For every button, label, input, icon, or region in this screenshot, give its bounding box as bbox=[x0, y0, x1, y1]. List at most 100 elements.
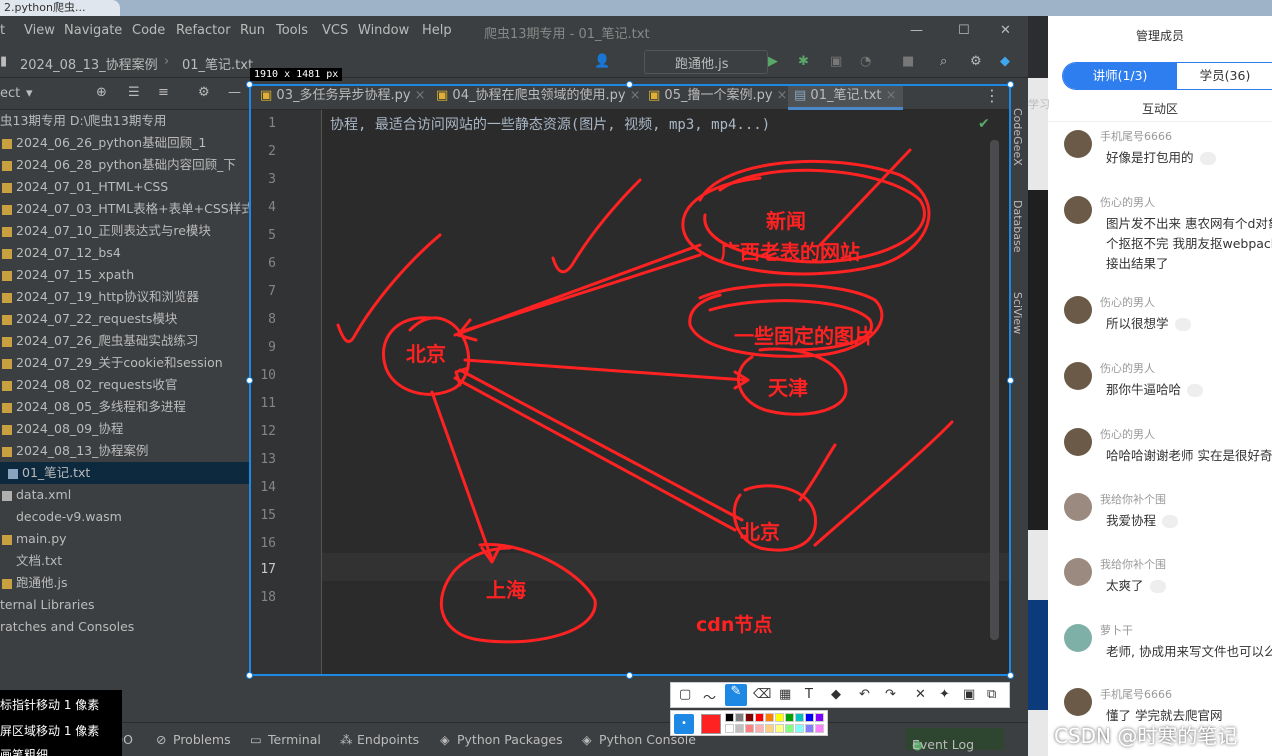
settings-icon[interactable]: ⚙ bbox=[198, 85, 210, 100]
tab-file[interactable]: ▣ 04_协程在爬虫领域的使用.py × bbox=[436, 84, 641, 110]
close-icon[interactable]: × bbox=[411, 88, 426, 103]
terminal-icon[interactable]: ▭ bbox=[250, 732, 262, 747]
code-editor[interactable]: 1 2 3 4 5 6 7 8 9 10 11 12 13 14 15 16 1… bbox=[250, 110, 1010, 676]
breadcrumb-file[interactable]: 01_笔记.txt bbox=[182, 54, 253, 73]
resize-handle[interactable] bbox=[626, 672, 633, 679]
mosaic-icon[interactable]: ▦ bbox=[779, 687, 791, 702]
tree-root[interactable]: 虫13期专用 D:\爬虫13期专用 bbox=[0, 110, 250, 132]
problems-icon[interactable]: ⊘ bbox=[156, 732, 166, 747]
more-tabs-icon[interactable]: ⋮ bbox=[984, 86, 1000, 105]
color-swatch[interactable] bbox=[815, 713, 824, 722]
menu-view[interactable]: View bbox=[24, 23, 55, 38]
more-icon[interactable] bbox=[1199, 152, 1216, 165]
profile-icon[interactable]: ◔ bbox=[860, 54, 871, 69]
plugin-icon[interactable]: ◆ bbox=[1000, 54, 1010, 69]
menu-window[interactable]: Window bbox=[358, 23, 409, 38]
resize-handle[interactable] bbox=[246, 377, 253, 384]
tree-item[interactable]: 2024_08_09_协程 bbox=[0, 418, 250, 440]
color-swatch[interactable] bbox=[775, 713, 784, 722]
codegeex-tool[interactable]: CodeGeeX bbox=[1011, 108, 1024, 166]
search-icon[interactable]: ⌕ bbox=[940, 54, 947, 69]
menu-run[interactable]: Run bbox=[240, 23, 265, 38]
breadcrumb-folder[interactable]: 2024_08_13_协程案例 bbox=[20, 54, 158, 73]
tree-item[interactable]: ternal Libraries bbox=[0, 594, 250, 616]
debug-icon[interactable]: ✱ bbox=[798, 54, 809, 69]
expand-all-icon[interactable]: ☰ bbox=[128, 85, 140, 100]
python-packages-tool[interactable]: Python Packages bbox=[457, 732, 563, 747]
undo-icon[interactable]: ↶ bbox=[859, 687, 870, 702]
editor-scrollbar[interactable] bbox=[990, 140, 999, 640]
tab-student[interactable]: 学员(36) bbox=[1177, 63, 1272, 89]
rect-icon[interactable]: ▢ bbox=[679, 687, 691, 702]
menu-navigate[interactable]: Navigate bbox=[64, 23, 122, 38]
minimize-icon[interactable]: — bbox=[910, 23, 923, 38]
more-icon[interactable] bbox=[1174, 318, 1191, 331]
tree-item[interactable]: 2024_07_26_爬虫基础实战练习 bbox=[0, 330, 250, 352]
tree-item[interactable]: decode-v9.wasm bbox=[0, 506, 250, 528]
color-swatch[interactable] bbox=[815, 724, 824, 733]
tree-item[interactable]: data.xml bbox=[0, 484, 250, 506]
tab-teacher[interactable]: 讲师(1/3) bbox=[1063, 63, 1177, 89]
menu-refactor[interactable]: Refactor bbox=[176, 23, 231, 38]
brush-size-icon[interactable]: • bbox=[674, 714, 694, 734]
hide-icon[interactable]: — bbox=[228, 85, 241, 100]
pen-icon[interactable]: ✎ bbox=[725, 684, 747, 706]
color-swatch[interactable] bbox=[775, 724, 784, 733]
locate-icon[interactable]: ⊕ bbox=[96, 85, 107, 100]
copy-icon[interactable]: ⧉ bbox=[987, 687, 996, 702]
terminal-tool[interactable]: Terminal bbox=[268, 732, 321, 747]
color-swatch[interactable] bbox=[745, 724, 754, 733]
color-swatch[interactable] bbox=[735, 724, 744, 733]
marker-icon[interactable]: ⌫ bbox=[753, 687, 771, 702]
resize-handle[interactable] bbox=[1007, 377, 1014, 384]
tree-item[interactable]: 2024_06_28_python基础内容回顾_下 bbox=[0, 154, 250, 176]
tree-item[interactable]: 2024_07_01_HTML+CSS bbox=[0, 176, 250, 198]
color-swatch[interactable] bbox=[735, 713, 744, 722]
menu-edit[interactable]: t bbox=[0, 23, 5, 38]
color-swatch[interactable] bbox=[755, 713, 764, 722]
tab-file-active[interactable]: ▤ 01_笔记.txt × bbox=[788, 84, 903, 110]
tree-item[interactable]: 2024_08_02_requests收官 bbox=[0, 374, 250, 396]
color-swatch[interactable] bbox=[805, 713, 814, 722]
close-icon[interactable]: × bbox=[881, 88, 897, 103]
text-icon[interactable]: T bbox=[805, 687, 813, 702]
close-icon[interactable]: × bbox=[626, 88, 641, 103]
tree-item[interactable]: 2024_07_15_xpath bbox=[0, 264, 250, 286]
maximize-icon[interactable]: ☐ bbox=[958, 23, 970, 38]
close-window-icon[interactable]: ✕ bbox=[1000, 23, 1011, 38]
tree-item[interactable]: 2024_08_13_协程案例 bbox=[0, 440, 250, 462]
browser-tab[interactable]: 2.python爬虫... bbox=[0, 0, 120, 16]
color-swatch[interactable] bbox=[805, 724, 814, 733]
color-swatch[interactable] bbox=[755, 724, 764, 733]
redo-icon[interactable]: ↷ bbox=[885, 687, 896, 702]
pin-icon[interactable]: ✦ bbox=[939, 687, 950, 702]
more-icon[interactable] bbox=[1149, 580, 1166, 593]
tree-item[interactable]: 2024_08_05_多线程和多进程 bbox=[0, 396, 250, 418]
tree-item[interactable]: 2024_07_10_正则表达式与re模块 bbox=[0, 220, 250, 242]
endpoints-icon[interactable]: ⁂ bbox=[340, 732, 353, 747]
tree-item-selected[interactable]: 01_笔记.txt bbox=[0, 462, 250, 484]
problems-tool[interactable]: Problems bbox=[173, 732, 231, 747]
more-icon[interactable] bbox=[1162, 515, 1179, 528]
tree-item[interactable]: 2024_07_03_HTML表格+表单+CSS样式 bbox=[0, 198, 250, 220]
menu-tools[interactable]: Tools bbox=[276, 23, 308, 38]
close-icon[interactable]: × bbox=[773, 88, 788, 103]
run-icon[interactable]: ▶ bbox=[768, 54, 778, 69]
tab-file[interactable]: ▣ 05_撸一个案例.py × bbox=[648, 84, 788, 110]
sciview-tool[interactable]: SciView bbox=[1011, 292, 1024, 334]
resize-handle[interactable] bbox=[1007, 672, 1014, 679]
tab-file[interactable]: ▣ 03_多任务异步协程.py × bbox=[260, 84, 426, 110]
color-swatch[interactable] bbox=[795, 713, 804, 722]
stop-icon[interactable]: ■ bbox=[902, 54, 914, 69]
color-swatch[interactable] bbox=[725, 724, 734, 733]
tree-item[interactable]: 2024_07_12_bs4 bbox=[0, 242, 250, 264]
menu-code[interactable]: Code bbox=[132, 23, 165, 38]
run-config-select[interactable]: 跑通他.js bbox=[644, 50, 768, 74]
user-icon[interactable]: 👤 bbox=[594, 54, 610, 69]
save-icon[interactable]: ▣ bbox=[963, 687, 975, 702]
resize-handle[interactable] bbox=[626, 81, 633, 88]
current-color-swatch[interactable] bbox=[701, 714, 721, 734]
more-icon[interactable] bbox=[1187, 384, 1204, 397]
tree-item[interactable]: 2024_06_26_python基础回顾_1 bbox=[0, 132, 250, 154]
tree-item[interactable]: 2024_07_22_requests模块 bbox=[0, 308, 250, 330]
